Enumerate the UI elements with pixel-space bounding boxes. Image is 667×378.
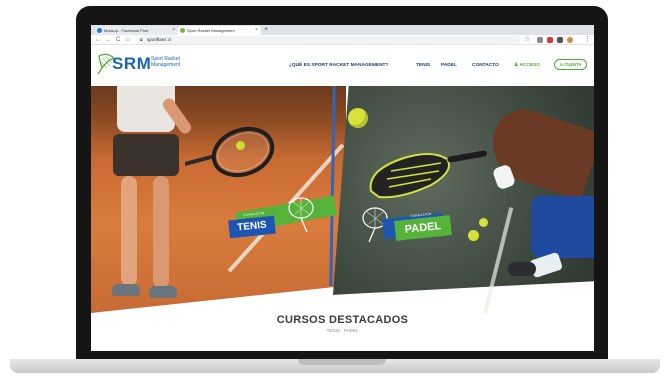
player-leg [153,176,169,288]
padel-racket-icon [369,150,487,199]
srm-favicon-icon [180,28,185,33]
site-logo[interactable]: SRM [112,54,151,74]
extension-icon[interactable] [557,37,563,43]
hero-banner: FORMACIÓN TENIS PADEL FORMACIÓN [91,86,594,313]
player-shoe [508,262,536,276]
site-header: SRM Sport Racket Management ¿QUÉ ES SPOR… [91,45,594,85]
home-button[interactable]: ⌂ [126,36,130,44]
padel-ball [348,108,368,128]
browser-tab-srm[interactable]: Sport Racket Management × [178,26,261,35]
browser-toolbar: ← → C ⌂ 🔒︎ sportflaez.cl ☆ ⋮ [91,35,594,45]
player-shoe [149,286,177,298]
logo-subtitle: Sport Racket Management [151,56,201,68]
url-text: sportflaez.cl [147,37,172,42]
nav-acceso[interactable]: ♟ ACCESO [514,63,540,68]
lock-icon: 🔒︎ [140,37,143,43]
back-button[interactable]: ← [95,36,101,44]
player-shorts [113,134,179,176]
logo-subtitle-line2: Management [151,62,181,68]
browser-tab-facebook[interactable]: Mockup - Facebook Post × [95,26,178,35]
extension-icon[interactable] [547,37,553,43]
close-icon[interactable]: × [255,26,258,35]
extension-icon[interactable] [537,37,543,43]
browser-tabbar: Mockup - Facebook Post × Sport Racket Ma… [91,25,594,35]
section-title: CURSOS DESTACADOS [276,314,409,326]
section-subtitle: TENIS · PADEL [326,328,359,333]
new-tab-button[interactable]: + [264,25,268,35]
player-shorts [531,196,594,258]
reload-button[interactable]: C [116,36,120,44]
player-leg [121,176,137,286]
star-icon[interactable]: ☆ [524,35,530,43]
nav-padel[interactable]: PADEL [441,63,457,68]
nav-tenis[interactable]: TENIS [416,63,430,68]
racket-icon [288,197,314,233]
tennis-ball [236,141,245,150]
laptop-screen: Mockup - Facebook Post × Sport Racket Ma… [91,25,594,351]
forward-button[interactable]: → [105,36,111,44]
address-bar[interactable]: 🔒︎ sportflaez.cl [137,36,521,44]
tab-label: Sport Racket Management [187,28,235,33]
tab-label: Mockup - Facebook Post [104,28,149,33]
cuenta-button[interactable]: ⊙ CUENTA [554,59,587,70]
browser-menu-button[interactable]: ⋮ [584,35,591,45]
profile-avatar-icon[interactable] [567,37,573,43]
nav-contacto[interactable]: CONTACTO [472,63,499,68]
facebook-favicon-icon [97,28,102,33]
player-shoe [112,284,140,296]
padel-ball [468,230,479,241]
close-icon[interactable]: × [172,26,175,35]
nav-que-es[interactable]: ¿QUÉ ES SPORT RACKET MANAGEMENT? [289,63,388,68]
laptop-notch [298,359,386,365]
tennis-racket-icon [185,126,275,178]
padel-ball [479,218,488,227]
